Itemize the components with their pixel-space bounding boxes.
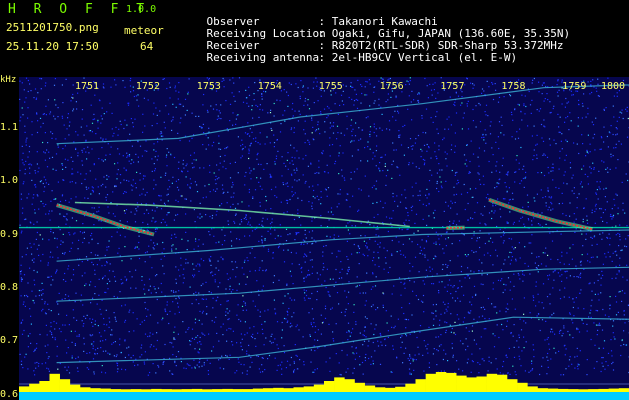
level-baseline: [19, 392, 629, 400]
level-bar: [141, 389, 152, 392]
level-bar: [537, 388, 548, 392]
level-bar: [181, 389, 193, 392]
level-bar: [130, 389, 142, 392]
level-bar: [547, 388, 559, 392]
level-bar: [212, 389, 223, 392]
level-bar: [415, 379, 426, 392]
level-bar: [293, 387, 304, 392]
level-bar: [161, 389, 172, 392]
meta-antenna: Receiving antenna: 2el-HB9CV Vertical (e…: [180, 41, 518, 74]
level-bar: [425, 373, 437, 392]
trace-line: [56, 229, 629, 262]
level-bar: [39, 381, 50, 392]
file-name: 2511201750.png: [6, 21, 99, 34]
level-bar: [191, 388, 203, 392]
level-bar: [171, 389, 182, 392]
level-bar: [405, 383, 416, 392]
x-tick-label: 1752: [135, 81, 160, 92]
y-tick-label: 0.6: [0, 388, 19, 400]
level-bar: [476, 376, 487, 392]
level-bar: [374, 387, 386, 392]
level-bar: [69, 384, 81, 392]
level-bar: [273, 387, 284, 392]
level-bar: [385, 387, 396, 392]
level-bar: [446, 372, 457, 392]
level-bar: [120, 389, 132, 392]
trace-line: [74, 201, 410, 228]
level-bar: [344, 379, 355, 392]
x-tick-label: 1800: [601, 81, 626, 92]
spectrogram-svg: [19, 77, 629, 400]
hrofft-window: H R O F F T 1.0.0 2511201750.png 25.11.2…: [0, 0, 629, 400]
level-bar: [100, 388, 111, 392]
x-tick-label: 1759: [562, 81, 587, 92]
level-bar: [110, 389, 121, 392]
level-bar: [557, 388, 569, 392]
level-bar: [222, 388, 233, 392]
level-bar: [456, 375, 467, 392]
capture-datetime: 25.11.20 17:50: [6, 40, 99, 53]
x-tick-label: 1756: [379, 81, 404, 92]
level-bar: [578, 389, 589, 392]
level-bar: [618, 388, 629, 392]
level-bar: [496, 374, 508, 392]
level-bar: [517, 382, 528, 392]
level-bar: [466, 377, 477, 392]
level-bar: [303, 386, 315, 392]
level-bar: [364, 385, 376, 392]
level-bar: [608, 388, 620, 392]
level-bar: [527, 386, 538, 392]
level-bar: [90, 388, 101, 392]
y-tick-label: 0.8: [0, 281, 19, 293]
y-tick-label: 0.7: [0, 335, 19, 347]
level-bar: [598, 388, 609, 392]
spectrogram: [19, 77, 629, 400]
level-bar: [232, 389, 243, 392]
level-bar: [59, 379, 71, 392]
level-bar: [588, 389, 599, 392]
x-tick-label: 1757: [440, 81, 465, 92]
app-version: 1.0.0: [126, 4, 157, 15]
meteor-label: meteor: [124, 24, 164, 37]
level-bar: [313, 384, 325, 392]
level-bar: [568, 389, 579, 392]
level-bar: [435, 372, 447, 392]
meta-value: : 2el-HB9CV Vertical (el. E-W): [318, 51, 518, 64]
x-tick-label: 1753: [196, 81, 221, 92]
level-bar: [283, 388, 294, 392]
x-tick-label: 1755: [318, 81, 343, 92]
meteor-count: 64: [140, 40, 154, 53]
y-tick-label: 1.1: [0, 121, 19, 133]
noise-texture: [19, 77, 629, 376]
trace-line: [56, 316, 629, 364]
y-axis-unit: kHz: [0, 75, 17, 85]
level-bar: [80, 387, 91, 392]
x-tick-label: 1754: [257, 81, 282, 92]
meta-key: Receiving antenna: [206, 51, 320, 64]
level-bar: [242, 389, 254, 392]
level-bar: [334, 377, 345, 392]
level-bar: [486, 373, 498, 392]
level-bar: [202, 389, 213, 392]
level-bar: [507, 379, 518, 392]
level-bar: [252, 388, 264, 392]
level-bar: [354, 382, 365, 392]
y-tick-label: 0.9: [0, 228, 19, 240]
level-bar: [263, 388, 274, 392]
level-bar: [29, 383, 40, 392]
x-tick-label: 1758: [501, 81, 526, 92]
level-bar: [151, 388, 162, 392]
level-bar: [49, 373, 60, 392]
y-tick-label: 1.0: [0, 175, 19, 187]
x-tick-label: 1751: [75, 81, 100, 92]
level-bar: [19, 386, 30, 392]
level-bar: [395, 386, 406, 392]
level-bar: [324, 381, 335, 392]
